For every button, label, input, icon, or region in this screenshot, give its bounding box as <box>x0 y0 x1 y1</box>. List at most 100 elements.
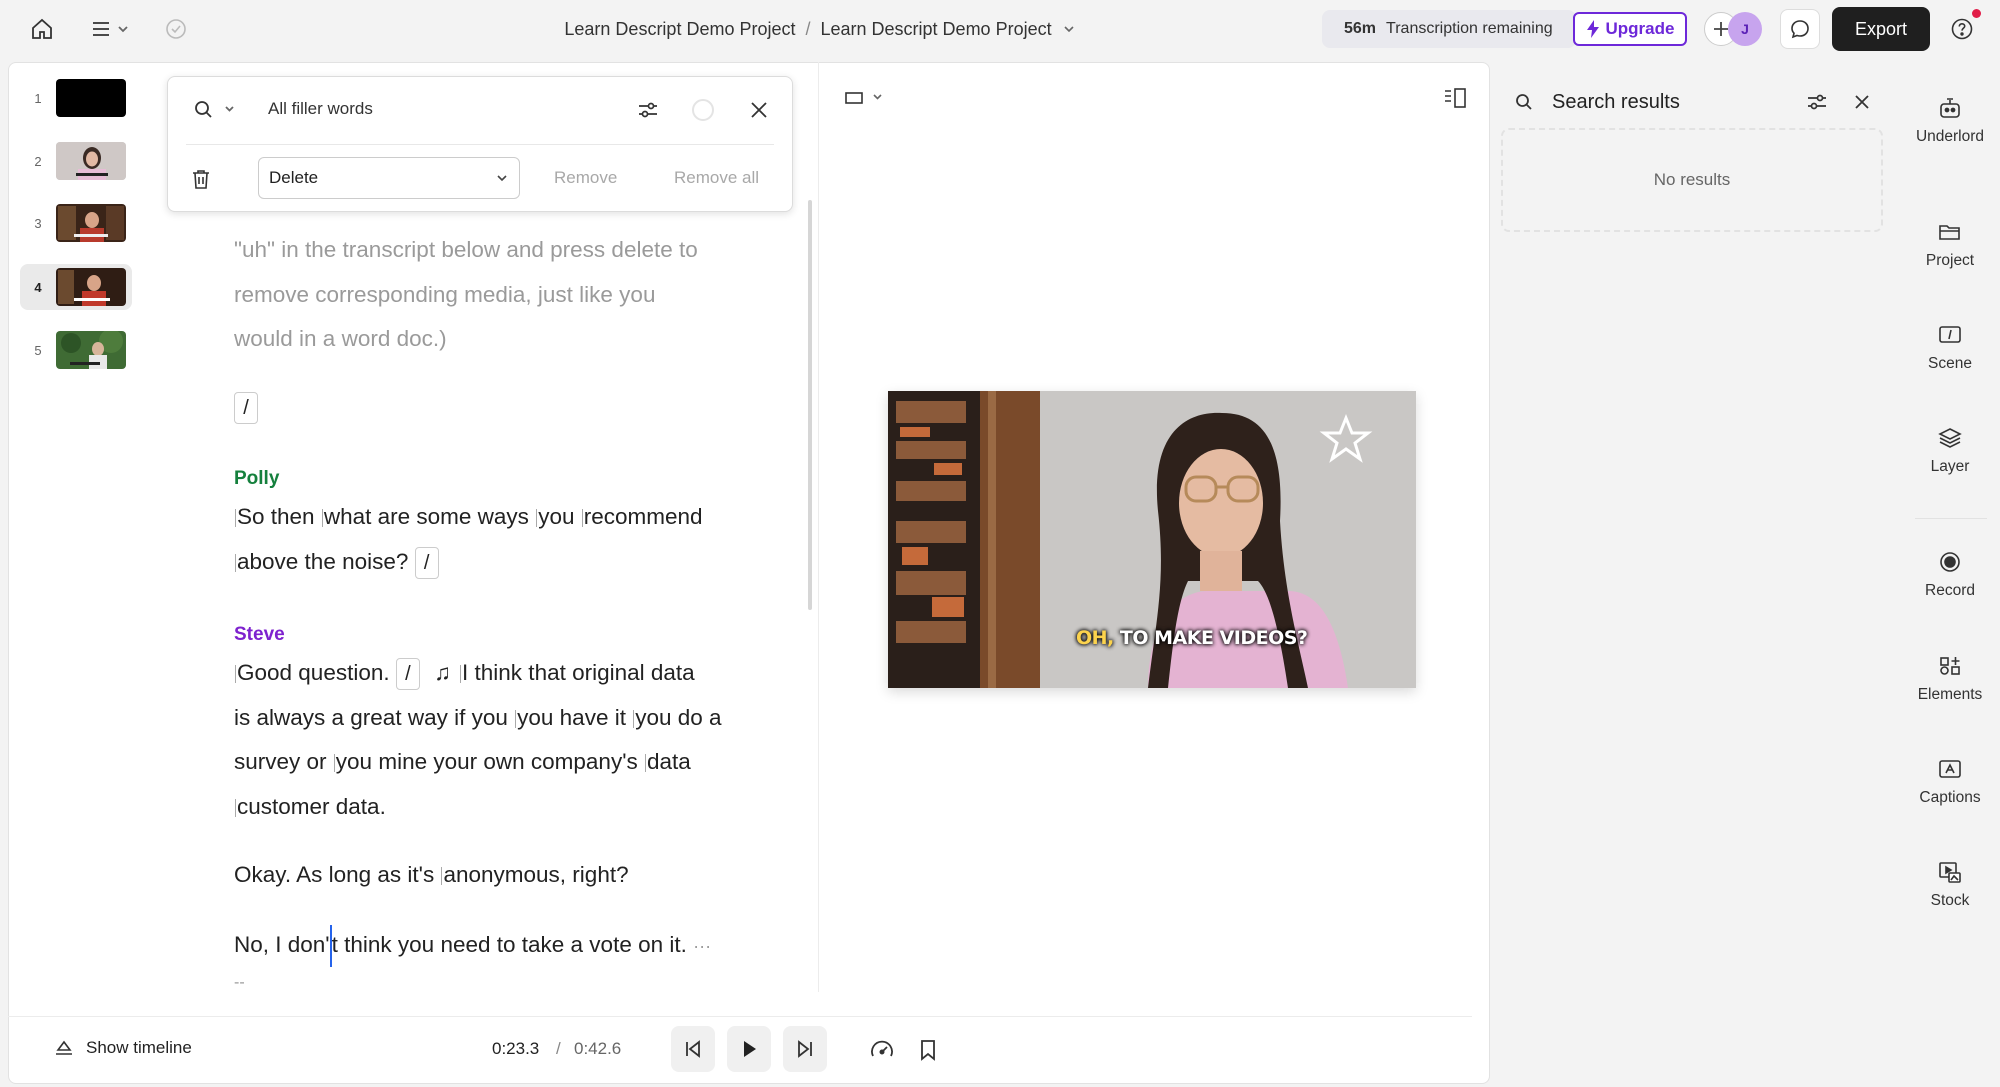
rail-label: Layer <box>1930 458 1970 475</box>
scene-number: 3 <box>34 215 42 231</box>
video-caption: OH, TO MAKE VIDEOS? <box>1070 625 1313 651</box>
scene-preview <box>56 204 126 242</box>
transcript-word[interactable]: No, I don' <box>234 932 330 957</box>
transcript-word[interactable]: think you need to take a vote on it. <box>344 932 687 957</box>
rail-project[interactable]: Project <box>1898 220 2000 300</box>
avatar[interactable]: J <box>1728 12 1762 46</box>
playback-speed-button[interactable] <box>864 1036 900 1064</box>
transcript-word[interactable]: you mine your own company's <box>336 749 638 774</box>
transcript-word[interactable]: above the noise? <box>237 549 408 574</box>
transcript-line[interactable]: Okay. As long as it's anonymous, right? <box>234 853 804 898</box>
rail-divider <box>1915 518 1987 519</box>
scene-thumbnail[interactable]: 1 <box>20 75 132 121</box>
search-mode-dropdown[interactable] <box>190 96 240 122</box>
rail-label: Captions <box>1919 789 1981 806</box>
transcript-word[interactable]: Good question. <box>237 660 390 685</box>
music-note-icon[interactable]: ♫ <box>434 660 451 685</box>
play-button[interactable] <box>727 1026 771 1072</box>
transcript-line[interactable]: remove corresponding media, just like yo… <box>234 273 804 318</box>
action-select-value: Delete <box>269 168 319 187</box>
more-options-icon[interactable]: ··· <box>693 936 711 956</box>
rail-stock[interactable]: Stock <box>1898 860 2000 940</box>
layers-icon <box>1938 428 1962 448</box>
transcript-paragraph[interactable]: "uh" in the transcript below and press d… <box>234 228 804 362</box>
rail-elements[interactable]: Elements <box>1898 654 2000 734</box>
speaker-label-steve[interactable]: Steve <box>234 623 804 647</box>
show-timeline-button[interactable]: Show timeline <box>54 1038 192 1058</box>
transcript-line[interactable]: above the noise? / <box>234 540 804 585</box>
transcript-paragraph[interactable]: / <box>234 385 804 430</box>
skip-forward-button[interactable] <box>783 1026 827 1072</box>
transcript-line[interactable]: survey or you mine your own company's da… <box>234 740 804 785</box>
transcript-word[interactable]: So then <box>237 504 315 529</box>
skip-back-icon <box>686 1040 700 1058</box>
transcript-word[interactable]: Okay. As long as it's <box>234 862 434 887</box>
menu-button[interactable] <box>82 9 136 49</box>
word-boundary <box>235 509 236 528</box>
filter-settings-button[interactable] <box>632 96 664 124</box>
chevron-down-icon[interactable] <box>1062 22 1076 36</box>
word-boundary <box>321 509 323 528</box>
gap-marker[interactable]: / <box>234 392 258 425</box>
home-icon[interactable] <box>22 9 62 49</box>
bookmark-button[interactable] <box>914 1036 942 1064</box>
transcript-word[interactable]: what are some ways <box>324 504 529 529</box>
transcript-line[interactable]: Good question. / ♫ I think that original … <box>234 651 804 696</box>
toggle-panel-button[interactable] <box>1440 84 1470 112</box>
transcript-word[interactable]: data <box>647 749 691 774</box>
rail-layer[interactable]: Layer <box>1898 426 2000 506</box>
speaker-label-polly[interactable]: Polly <box>234 467 804 491</box>
close-results-button[interactable] <box>1848 88 1876 116</box>
transcript-word[interactable]: is always a great way if you <box>234 705 508 730</box>
transcript-word[interactable]: you do a <box>635 705 721 730</box>
transcript-word[interactable]: you have it <box>517 705 626 730</box>
scene-thumbnail[interactable]: 3 <box>20 200 132 246</box>
close-search-button[interactable] <box>744 96 774 124</box>
search-input[interactable]: All filler words <box>268 99 373 119</box>
transcript-word[interactable]: survey or <box>234 749 327 774</box>
sync-status-icon <box>156 9 196 49</box>
chevron-down-icon <box>497 175 507 182</box>
word-boundary <box>581 509 583 528</box>
transcript-line[interactable]: customer data. <box>234 785 804 830</box>
remove-button[interactable]: Remove <box>554 168 617 188</box>
upgrade-button[interactable]: Upgrade <box>1573 12 1687 46</box>
transcript-line[interactable]: "uh" in the transcript below and press d… <box>234 228 804 273</box>
scene-thumbnail[interactable]: 5 <box>20 327 132 373</box>
transcript-scrollbar[interactable] <box>808 200 812 610</box>
comment-button[interactable] <box>1780 9 1820 49</box>
scene-thumbnail[interactable]: 2 <box>20 138 132 184</box>
gap-marker[interactable]: / <box>414 546 439 579</box>
rail-underlord[interactable]: Underlord <box>1898 96 2000 176</box>
results-filter-button[interactable] <box>1802 88 1832 116</box>
export-button[interactable]: Export <box>1832 7 1930 51</box>
skip-back-button[interactable] <box>671 1026 715 1072</box>
transcript-paragraph[interactable]: Good question. / ♫ I think that original … <box>234 651 804 829</box>
transcript-word[interactable]: recommend <box>584 504 703 529</box>
rail-scene[interactable]: Scene <box>1898 323 2000 403</box>
transcript-word[interactable]: you <box>538 504 574 529</box>
remove-all-button[interactable]: Remove all <box>674 168 759 188</box>
transcript-word[interactable]: anonymous, right? <box>443 862 628 887</box>
transcript-word[interactable]: customer data. <box>237 794 386 819</box>
breadcrumb-composition[interactable]: Learn Descript Demo Project <box>821 19 1052 40</box>
panel-divider[interactable] <box>818 62 819 992</box>
transcript-line[interactable]: is always a great way if you you have it… <box>234 696 804 741</box>
transcript-line[interactable]: No, I don't think you need to take a vot… <box>234 923 804 969</box>
results-empty-state: No results <box>1501 128 1883 232</box>
breadcrumb-project[interactable]: Learn Descript Demo Project <box>564 19 795 40</box>
transcript-line[interactable]: would in a word doc.) <box>234 317 804 362</box>
transcript-paragraph[interactable]: Okay. As long as it's anonymous, right? <box>234 853 804 898</box>
transcript-word[interactable]: I think that original data <box>462 660 695 685</box>
gap-marker[interactable]: / <box>395 658 420 691</box>
scene-thumbnail-active[interactable]: 4 <box>20 264 132 310</box>
action-select[interactable]: Delete <box>258 157 520 199</box>
rail-record[interactable]: Record <box>1898 550 2000 630</box>
rail-captions[interactable]: Captions <box>1898 757 2000 837</box>
rail-label: Scene <box>1928 355 1972 372</box>
transcript-word[interactable]: t <box>332 932 338 957</box>
aspect-ratio-dropdown[interactable] <box>838 86 888 108</box>
transcript-paragraph[interactable]: No, I don't think you need to take a vot… <box>234 923 804 969</box>
transcript-line[interactable]: So then what are some ways you recommend <box>234 495 804 540</box>
transcript-paragraph[interactable]: So then what are some ways you recommend… <box>234 495 804 584</box>
